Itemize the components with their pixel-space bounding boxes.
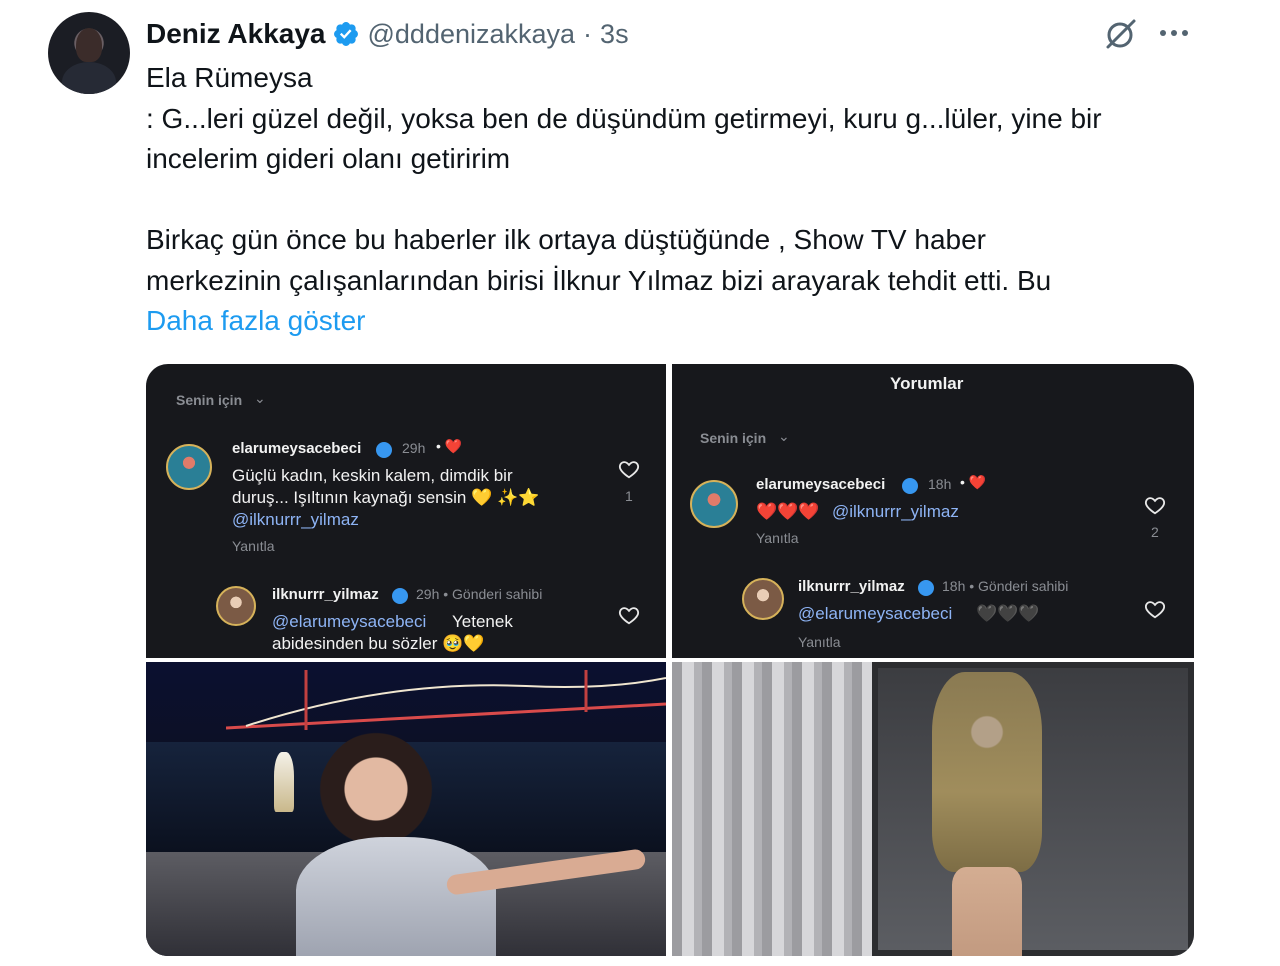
ig-comment-text: Güçlü kadın, keskin kalem, dimdik bir [232, 466, 513, 485]
ig-reply-link: Yanıtla [798, 634, 841, 650]
grok-icon[interactable] [1100, 14, 1140, 54]
photo-curtain [672, 662, 882, 956]
ig-hearts: 🖤🖤🖤 [976, 604, 1040, 623]
ig-verified-icon [918, 580, 934, 596]
ig-time: 18h [928, 476, 952, 492]
media-image-gold-dress-photo[interactable] [672, 662, 1194, 956]
photo-champagne-glass [274, 752, 294, 812]
media-image-comments-left[interactable]: Senin için ⌄ elarumeysacebeci 29h • ❤️ G… [146, 364, 666, 658]
ig-heart-reaction-icon: • ❤️ [960, 474, 987, 490]
ig-time: 29h [402, 440, 426, 456]
ig-like-count: 1 [625, 488, 633, 504]
photo-woman-dress [296, 837, 496, 956]
ig-meta: 18h • Gönderi sahibi [942, 578, 1069, 594]
ig-like-heart-icon [1144, 497, 1166, 515]
tweet-line: merkezinin çalışanlarından birisi İlknur… [146, 264, 1052, 296]
tweet-line: Ela Rümeysa [146, 62, 313, 93]
ig-reply-link: Yanıtla [232, 538, 275, 554]
ig-verified-icon [902, 478, 918, 494]
more-icon[interactable] [1154, 14, 1194, 54]
show-more-link[interactable]: Daha fazla göster [146, 301, 1216, 342]
avatar-shoulders [62, 62, 116, 94]
tweet-timestamp[interactable]: 3s [600, 19, 629, 50]
author-handle[interactable]: @dddenizakkaya [368, 19, 576, 50]
ig-username: ilknurrr_yilmaz [798, 578, 905, 595]
ig-avatar-ilknurrr [216, 586, 256, 626]
media-image-comments-right[interactable]: Yorumlar Senin için ⌄ elarumeysacebeci 1… [672, 364, 1194, 658]
tweet-line: Birkaç gün önce bu haberler ilk ortaya d… [146, 224, 986, 255]
ig-verified-icon [392, 588, 408, 604]
tweet-line: incelerim gideri olanı getiririm [146, 143, 511, 174]
ig-avatar-elarumeysacebeci [166, 444, 212, 490]
ig-like-count: 2 [1151, 524, 1159, 540]
author-avatar[interactable] [48, 12, 130, 94]
author-name[interactable]: Deniz Akkaya [146, 18, 326, 50]
tweet-line: : G...leri güzel değil, yoksa ben de düş… [146, 102, 1102, 134]
photo-gold-dress [932, 672, 1042, 872]
ig-mention: @ilknurrr_yilmaz [832, 502, 959, 521]
ig-filter-label: Senin için [176, 392, 243, 408]
ig-username: ilknurrr_yilmaz [272, 586, 379, 603]
ig-username: elarumeysacebeci [232, 440, 362, 457]
ig-mention: @ilknurrr_yilmaz [232, 510, 359, 529]
tweet-line-blank [146, 180, 1216, 221]
ig-comments-title: Yorumlar [890, 374, 964, 393]
photo-window [872, 662, 1194, 956]
media-image-bosphorus-photo[interactable] [146, 662, 666, 956]
ig-username: elarumeysacebeci [756, 476, 886, 493]
ig-comment-text: abidesinden bu sözler 🥹💛 [272, 634, 485, 653]
ig-verified-icon [376, 442, 392, 458]
chevron-down-icon: ⌄ [254, 390, 266, 406]
verified-badge-icon [333, 22, 358, 46]
ig-heart-reaction-icon: • ❤️ [436, 438, 463, 454]
ig-like-heart-icon [618, 461, 640, 479]
ig-filter-label: Senin için [700, 430, 767, 446]
header-separator: · [583, 18, 593, 49]
ig-comment-text: Yetenek [452, 612, 513, 631]
tweet-header: Deniz Akkaya @dddenizakkaya · 3s [146, 14, 629, 54]
photo-legs [952, 867, 1022, 956]
ig-avatar-ilknurrr [742, 578, 784, 620]
chevron-down-icon: ⌄ [778, 428, 790, 444]
ig-reply-link: Yanıtla [756, 530, 799, 546]
ig-comment-text: duruş... Işıltının kaynağı sensin 💛 ✨⭐ [232, 488, 540, 507]
avatar-hair [76, 28, 102, 62]
ig-hearts: ❤️❤️❤️ [756, 502, 820, 521]
ig-like-heart-icon [1144, 601, 1166, 619]
ig-avatar-elarumeysacebeci [690, 480, 738, 528]
ig-like-heart-icon [618, 607, 640, 625]
tweet: Deniz Akkaya @dddenizakkaya · 3s Ela Rüm… [0, 0, 1280, 966]
tweet-text: Ela Rümeysa : G...leri güzel değil, yoks… [146, 58, 1216, 342]
ig-mention: @elarumeysacebeci [798, 604, 953, 623]
photo-bridge-lights [226, 670, 666, 730]
ig-mention: @elarumeysacebeci [272, 612, 427, 631]
ig-meta: 29h • Gönderi sahibi [416, 586, 543, 602]
media-grid: Senin için ⌄ elarumeysacebeci 29h • ❤️ G… [146, 364, 1194, 956]
